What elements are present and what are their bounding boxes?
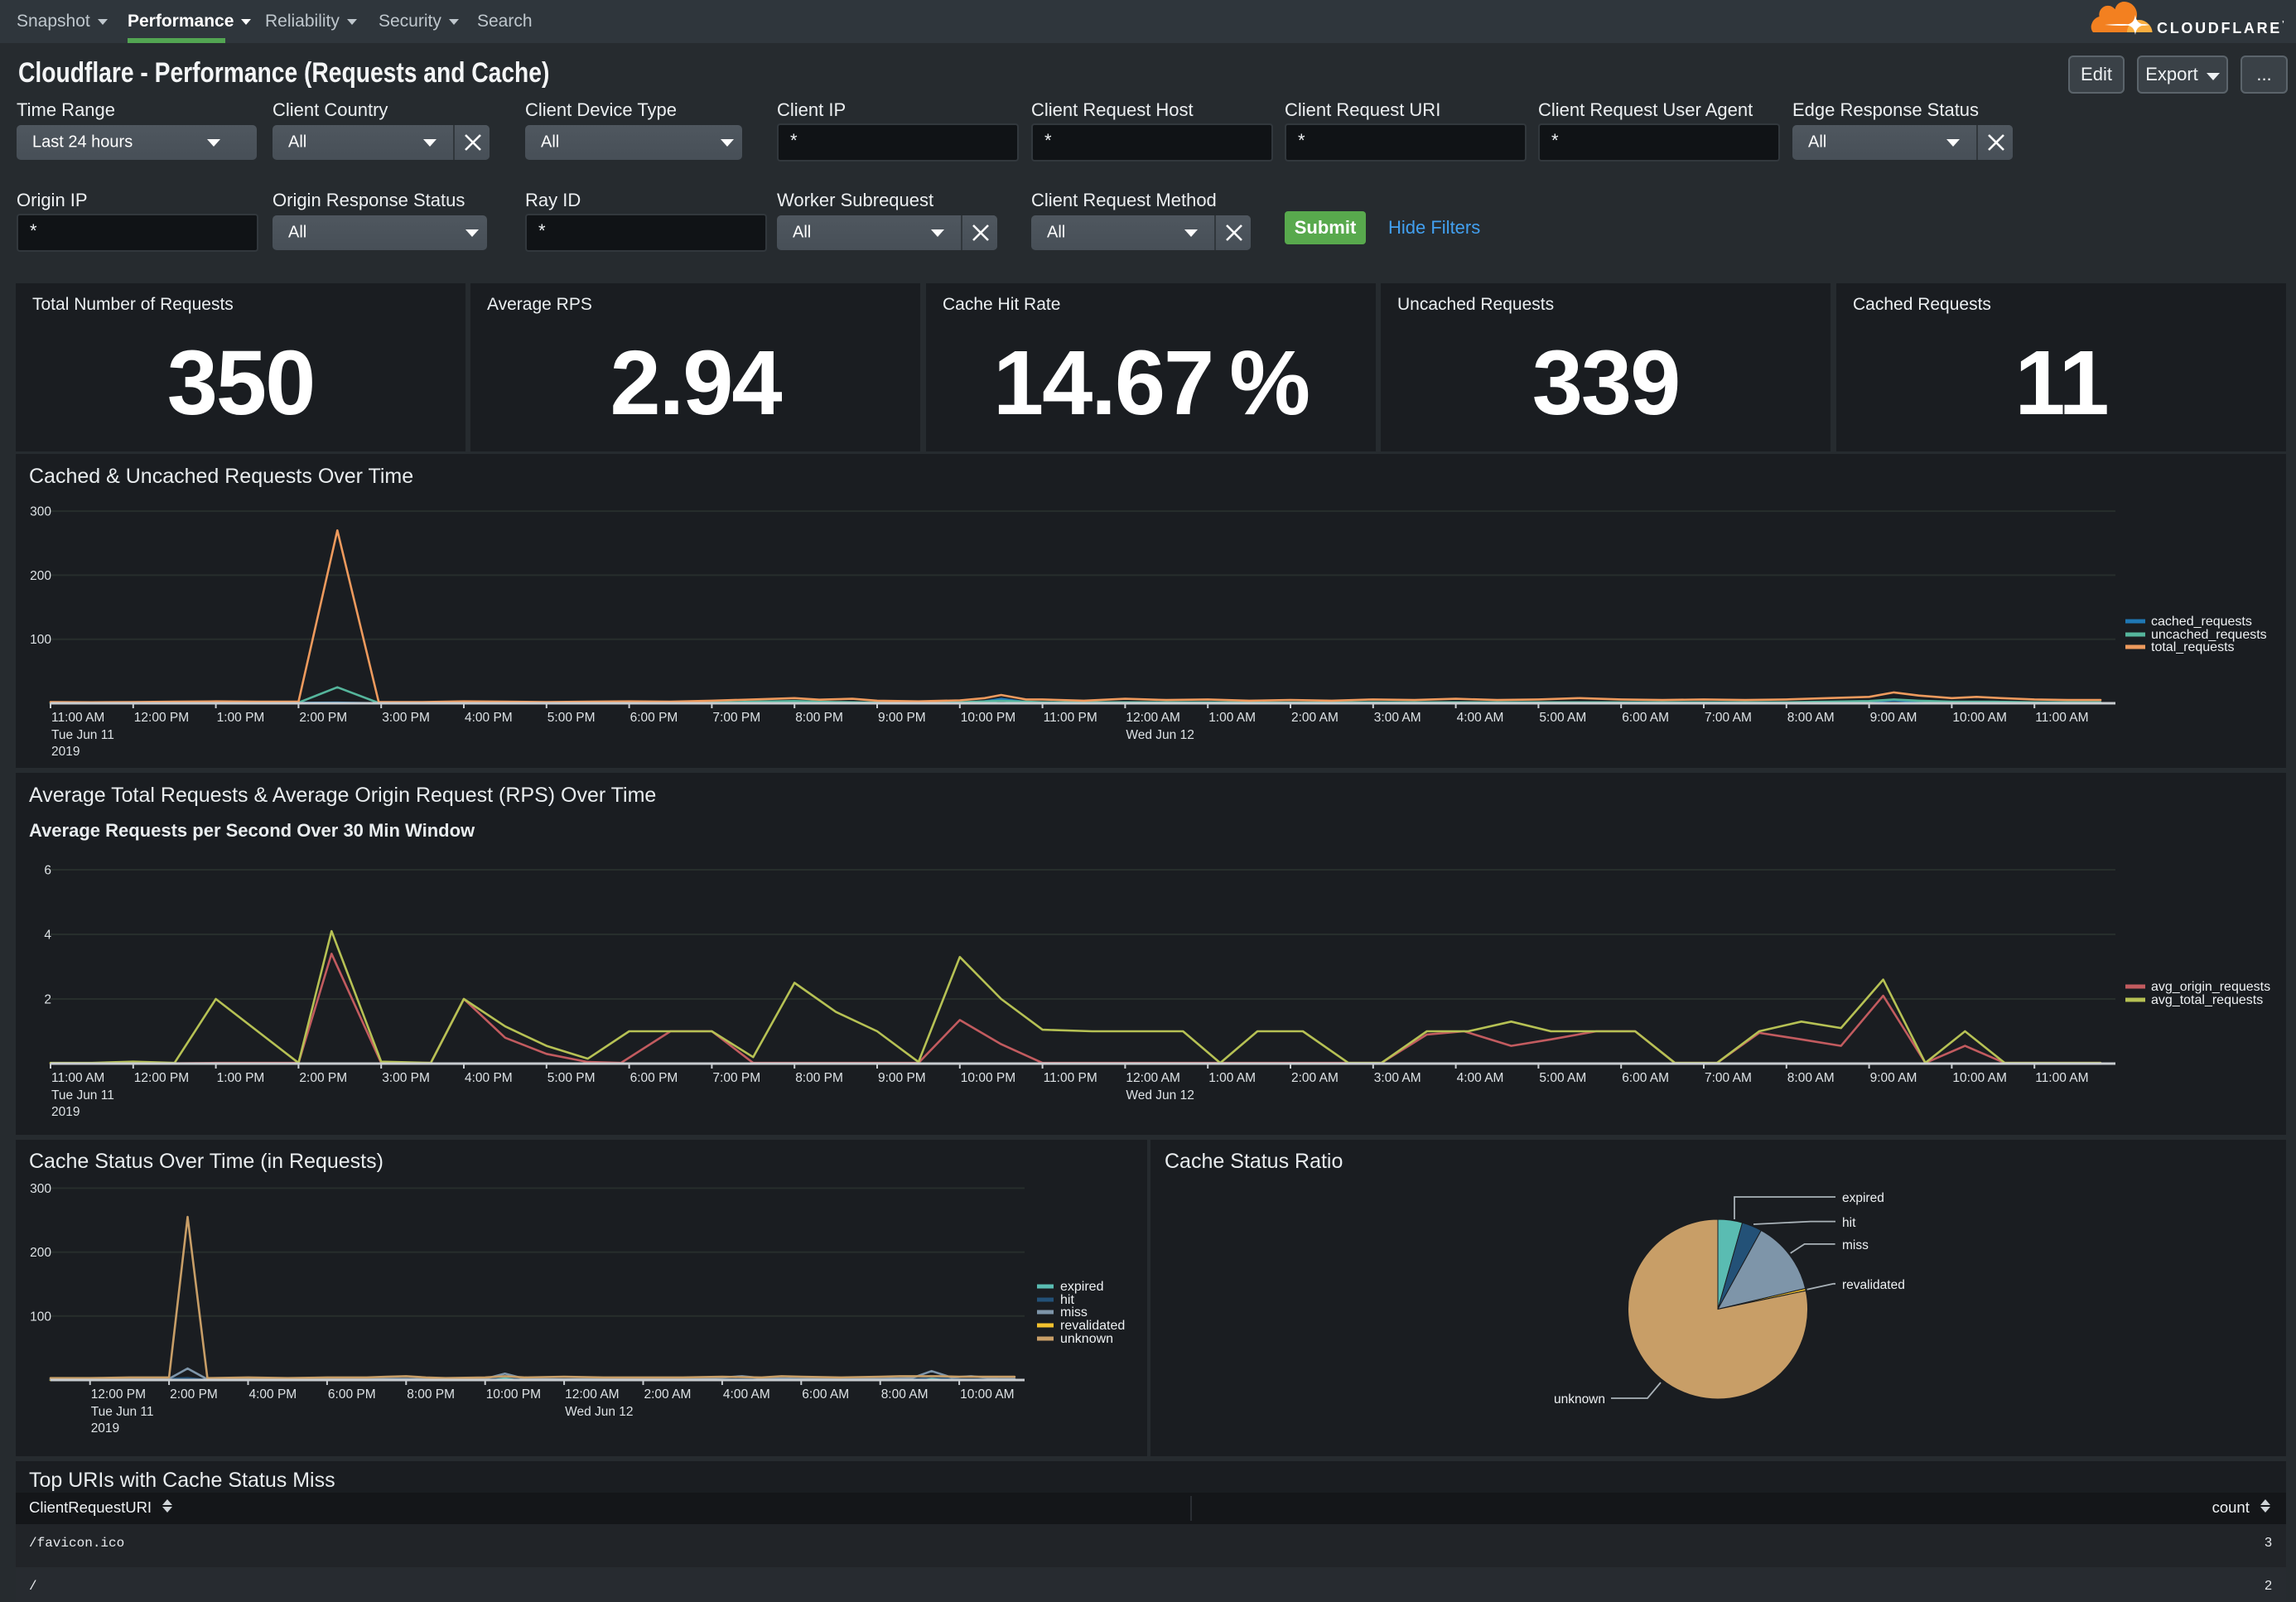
svg-text:2019: 2019 [91,1421,119,1436]
svg-text:avg_origin_requests: avg_origin_requests [2151,980,2270,994]
svg-text:Tue Jun 11: Tue Jun 11 [51,728,114,742]
svg-text:2:00 PM: 2:00 PM [299,1071,347,1085]
svg-text:Wed Jun 12: Wed Jun 12 [1126,728,1194,742]
svg-text:4:00 PM: 4:00 PM [249,1387,297,1402]
svg-text:7:00 AM: 7:00 AM [1705,711,1752,725]
svg-text:avg_total_requests: avg_total_requests [2151,993,2263,1007]
svg-text:unknown: unknown [1060,1332,1113,1346]
svg-text:Wed Jun 12: Wed Jun 12 [565,1405,633,1419]
svg-text:300: 300 [30,1182,51,1196]
svg-text:11:00 PM: 11:00 PM [1044,1071,1097,1085]
svg-text:5:00 PM: 5:00 PM [547,1071,596,1085]
svg-text:7:00 AM: 7:00 AM [1705,1071,1752,1085]
svg-text:7:00 PM: 7:00 PM [712,1071,760,1085]
svg-text:9:00 PM: 9:00 PM [878,1071,926,1085]
svg-text:300: 300 [30,505,51,519]
svg-text:12:00 AM: 12:00 AM [565,1387,620,1402]
svg-text:total_requests: total_requests [2151,640,2235,654]
svg-text:4:00 PM: 4:00 PM [465,711,513,725]
svg-text:1:00 AM: 1:00 AM [1208,1071,1256,1085]
svg-text:Tue Jun 11: Tue Jun 11 [51,1088,114,1103]
svg-text:1:00 PM: 1:00 PM [217,711,265,725]
svg-text:1:00 AM: 1:00 AM [1208,711,1256,725]
svg-text:2:00 PM: 2:00 PM [299,711,347,725]
svg-text:2:00 AM: 2:00 AM [1291,711,1339,725]
svg-text:4:00 AM: 4:00 AM [1457,711,1504,725]
svg-text:miss: miss [1842,1238,1869,1252]
svg-text:9:00 AM: 9:00 AM [1870,1071,1917,1085]
svg-text:Tue Jun 11: Tue Jun 11 [91,1405,154,1419]
svg-text:miss: miss [1060,1305,1088,1320]
svg-text:12:00 PM: 12:00 PM [91,1387,146,1402]
svg-text:2019: 2019 [51,745,80,759]
svg-text:8:00 AM: 8:00 AM [1787,711,1835,725]
svg-text:200: 200 [30,569,51,583]
svg-text:9:00 PM: 9:00 PM [878,711,926,725]
svg-text:11:00 AM: 11:00 AM [2035,1071,2088,1085]
svg-text:4:00 AM: 4:00 AM [1457,1071,1504,1085]
svg-text:cached_requests: cached_requests [2151,615,2252,629]
svg-text:3:00 PM: 3:00 PM [382,711,430,725]
svg-text:12:00 PM: 12:00 PM [134,1071,189,1085]
svg-text:12:00 AM: 12:00 AM [1126,711,1180,725]
svg-text:2:00 AM: 2:00 AM [644,1387,692,1402]
svg-text:200: 200 [30,1246,51,1260]
svg-text:5:00 AM: 5:00 AM [1539,711,1586,725]
svg-text:8:00 PM: 8:00 PM [795,1071,843,1085]
svg-text:11:00 AM: 11:00 AM [51,1071,104,1085]
svg-text:5:00 AM: 5:00 AM [1539,1071,1586,1085]
svg-text:7:00 PM: 7:00 PM [712,711,760,725]
svg-text:3:00 PM: 3:00 PM [382,1071,430,1085]
svg-text:6:00 PM: 6:00 PM [630,1071,678,1085]
svg-text:6:00 AM: 6:00 AM [802,1387,849,1402]
svg-text:revalidated: revalidated [1842,1278,1905,1292]
svg-text:expired: expired [1842,1191,1884,1205]
svg-text:11:00 AM: 11:00 AM [2035,711,2088,725]
svg-text:expired: expired [1060,1280,1103,1294]
svg-text:11:00 AM: 11:00 AM [51,711,104,725]
svg-text:6: 6 [44,864,51,878]
svg-text:2019: 2019 [51,1105,80,1119]
svg-text:12:00 AM: 12:00 AM [1126,1071,1180,1085]
svg-text:2:00 PM: 2:00 PM [170,1387,218,1402]
svg-text:8:00 PM: 8:00 PM [407,1387,455,1402]
svg-text:8:00 AM: 8:00 AM [1787,1071,1835,1085]
svg-text:Wed Jun 12: Wed Jun 12 [1126,1088,1194,1103]
svg-text:8:00 AM: 8:00 AM [881,1387,929,1402]
svg-text:10:00 PM: 10:00 PM [961,711,1015,725]
svg-text:100: 100 [30,633,51,647]
svg-text:12:00 PM: 12:00 PM [134,711,189,725]
svg-text:3:00 AM: 3:00 AM [1374,1071,1421,1085]
svg-text:10:00 AM: 10:00 AM [960,1387,1015,1402]
svg-text:100: 100 [30,1310,51,1324]
svg-text:11:00 PM: 11:00 PM [1044,711,1097,725]
svg-text:hit: hit [1842,1216,1856,1230]
svg-text:6:00 PM: 6:00 PM [328,1387,376,1402]
svg-text:10:00 PM: 10:00 PM [961,1071,1015,1085]
svg-text:revalidated: revalidated [1060,1319,1125,1333]
svg-text:10:00 AM: 10:00 AM [1952,1071,2007,1085]
svg-text:6:00 AM: 6:00 AM [1622,711,1669,725]
svg-text:unknown: unknown [1554,1392,1605,1407]
svg-text:2:00 AM: 2:00 AM [1291,1071,1339,1085]
svg-text:4: 4 [44,929,51,943]
svg-text:10:00 AM: 10:00 AM [1952,711,2007,725]
svg-text:2: 2 [44,993,51,1007]
svg-text:8:00 PM: 8:00 PM [795,711,843,725]
svg-text:4:00 PM: 4:00 PM [465,1071,513,1085]
svg-text:1:00 PM: 1:00 PM [217,1071,265,1085]
svg-text:3:00 AM: 3:00 AM [1374,711,1421,725]
svg-text:10:00 PM: 10:00 PM [486,1387,541,1402]
svg-text:5:00 PM: 5:00 PM [547,711,596,725]
svg-text:9:00 AM: 9:00 AM [1870,711,1917,725]
svg-text:6:00 AM: 6:00 AM [1622,1071,1669,1085]
svg-text:6:00 PM: 6:00 PM [630,711,678,725]
svg-text:4:00 AM: 4:00 AM [723,1387,770,1402]
